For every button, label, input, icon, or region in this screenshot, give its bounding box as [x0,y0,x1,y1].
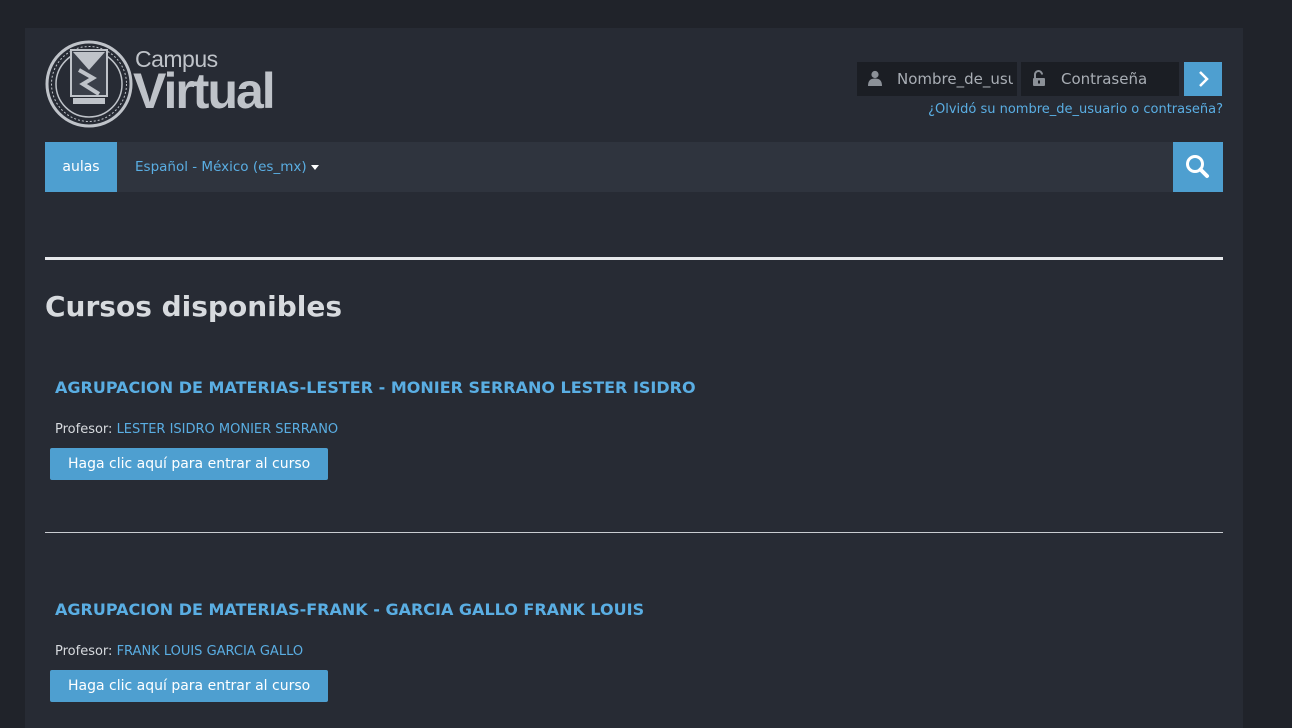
teacher-label: Profesor: [55,422,113,437]
language-menu[interactable]: Español - México (es_mx) [135,142,319,192]
search-button[interactable] [1173,142,1223,192]
course-title-link[interactable]: AGRUPACION DE MATERIAS-FRANK - GARCIA GA… [55,600,644,619]
course-title-link[interactable]: AGRUPACION DE MATERIAS-LESTER - MONIER S… [55,378,696,397]
teacher-link[interactable]: LESTER ISIDRO MONIER SERRANO [117,422,339,437]
password-field[interactable] [1021,62,1179,96]
page-container: Campus Virtual ¿Olvidó su nombre_de_usua… [25,28,1243,728]
password-input[interactable] [1061,62,1175,96]
content-divider [45,257,1223,260]
course-teacher: Profesor: FRANK LOUIS GARCIA GALLO [55,644,303,659]
university-seal-icon [45,40,133,128]
search-icon [1186,155,1209,178]
login-button[interactable] [1184,62,1222,96]
chevron-right-icon [1199,71,1209,87]
course-divider [45,532,1223,533]
enter-course-button[interactable]: Haga clic aquí para entrar al curso [50,448,329,480]
login-form [857,62,1223,96]
teacher-link[interactable]: FRANK LOUIS GARCIA GALLO [117,644,304,659]
teacher-label: Profesor: [55,644,113,659]
caret-down-icon [310,164,319,170]
username-input[interactable] [897,62,1013,96]
enter-course-button[interactable]: Haga clic aquí para entrar al curso [50,670,329,702]
navbar: aulas Español - México (es_mx) [45,142,1223,192]
username-field[interactable] [857,62,1017,96]
nav-aulas[interactable]: aulas [45,142,117,192]
section-title: Cursos disponibles [45,290,343,323]
course-teacher: Profesor: LESTER ISIDRO MONIER SERRANO [55,422,338,437]
logo-virtual-text: Virtual [133,63,276,119]
campus-logo[interactable]: Campus Virtual [45,40,285,130]
unlock-icon [1033,70,1045,86]
user-icon [868,70,882,86]
forgot-password-link[interactable]: ¿Olvidó su nombre_de_usuario o contraseñ… [928,102,1223,117]
language-menu-label: Español - México (es_mx) [135,159,307,175]
